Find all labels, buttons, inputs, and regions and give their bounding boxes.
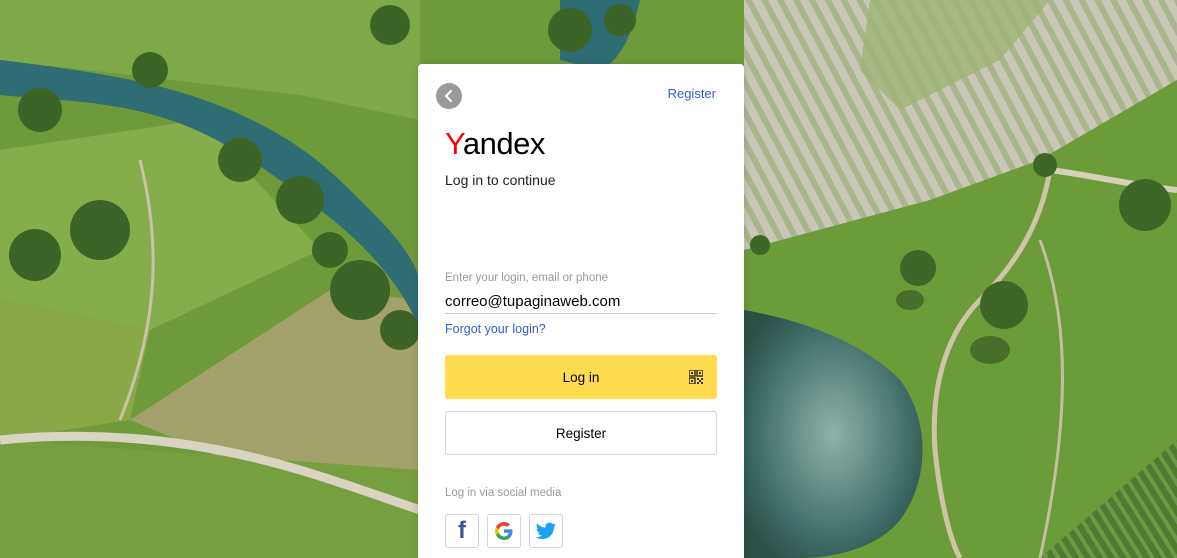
qr-code-icon[interactable] <box>689 370 703 384</box>
login-input[interactable] <box>445 289 717 314</box>
register-link[interactable]: Register <box>668 86 716 101</box>
forgot-login-link[interactable]: Forgot your login? <box>445 322 546 336</box>
back-button[interactable] <box>436 83 462 109</box>
page-subtitle: Log in to continue <box>445 172 556 188</box>
google-icon <box>495 522 513 540</box>
register-button[interactable]: Register <box>445 411 717 455</box>
chevron-left-icon <box>444 90 452 102</box>
login-button-label: Log in <box>562 369 600 385</box>
logo-rest: andex <box>462 126 545 161</box>
twitter-icon <box>536 522 556 539</box>
login-field-label: Enter your login, email or phone <box>445 272 609 284</box>
facebook-icon: f <box>458 517 466 544</box>
social-login-label: Log in via social media <box>445 487 562 499</box>
google-login-button[interactable] <box>487 514 521 548</box>
yandex-logo: Yandex <box>445 126 545 162</box>
login-card: Register Yandex Log in to continue Enter… <box>418 64 744 558</box>
facebook-login-button[interactable]: f <box>445 514 479 548</box>
logo-first-letter: Y <box>445 126 463 161</box>
login-button[interactable]: Log in <box>445 355 717 399</box>
twitter-login-button[interactable] <box>529 514 563 548</box>
